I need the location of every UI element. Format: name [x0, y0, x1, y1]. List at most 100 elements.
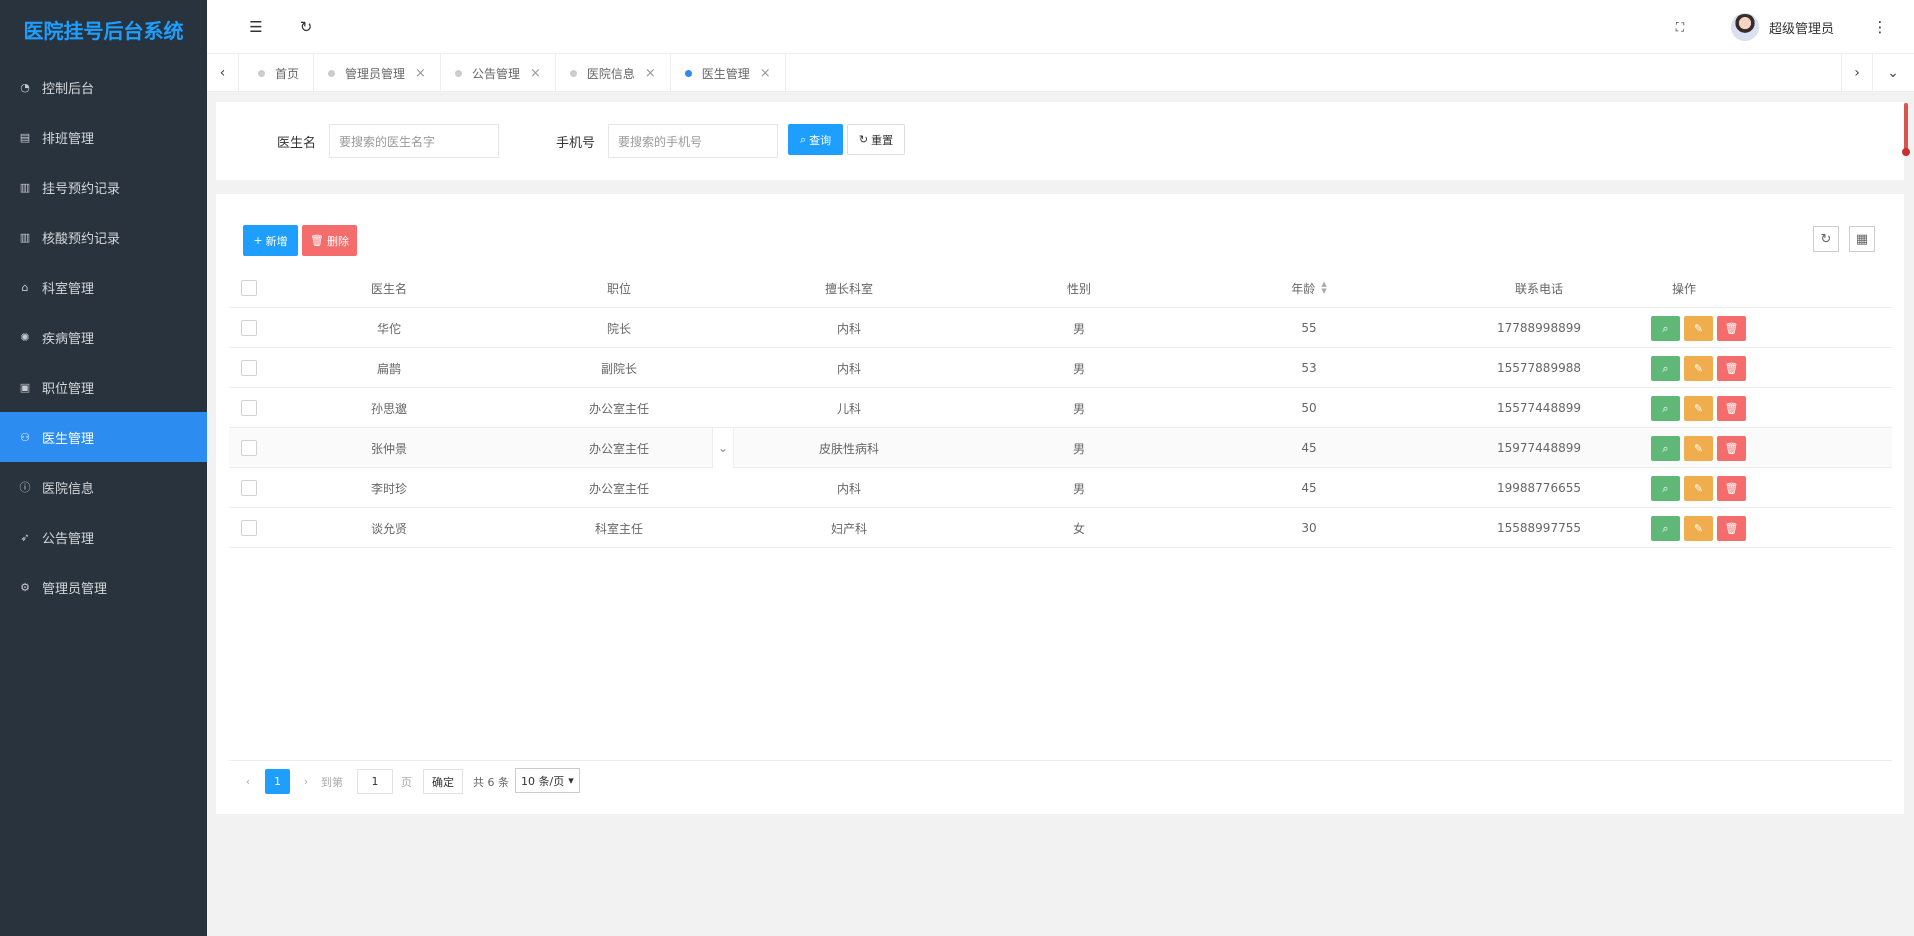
sidebar-item-7[interactable]: ⚇ 医生管理 [0, 412, 207, 462]
sort-icon[interactable]: ▲ ▼ [1321, 281, 1326, 295]
prev-page-icon[interactable]: ‹ [241, 769, 255, 794]
sidebar-item-8[interactable]: ⓘ 医院信息 [0, 462, 207, 512]
cell-dept: 内科 [836, 361, 861, 376]
fullscreen-icon[interactable]: ⛶ [1667, 14, 1693, 40]
query-button[interactable]: ⌕ 查询 [788, 124, 843, 155]
select-all-checkbox[interactable] [241, 280, 257, 296]
refresh-icon[interactable]: ↻ [293, 14, 319, 40]
sidebar-item-label: 排班管理 [42, 131, 95, 147]
sidebar-item-label: 控制后台 [42, 81, 95, 97]
tab-0[interactable]: 首页 [244, 54, 315, 92]
cell-position: 副院长 [600, 361, 637, 376]
delete-row-button[interactable]: 🗑 [1717, 356, 1746, 381]
goto-confirm-button[interactable]: 确定 [423, 769, 463, 794]
page-size-select[interactable]: 10 条/页 ▾ [515, 768, 580, 793]
edit-button[interactable]: ✎ [1684, 436, 1713, 461]
close-icon[interactable]: × [415, 66, 426, 81]
row-checkbox[interactable] [241, 520, 257, 536]
cell-gender: 男 [1072, 401, 1085, 416]
delete-row-button[interactable]: 🗑 [1717, 436, 1746, 461]
cell-name: 华佗 [376, 321, 401, 336]
table-refresh-icon[interactable]: ↻ [1813, 226, 1839, 252]
sidebar-item-4[interactable]: ⌂ 科室管理 [0, 262, 207, 312]
total-count: 共 6 条 [473, 775, 509, 789]
top-header: ☰ ↻ ⛶ 超级管理员 ⋮ [207, 0, 1914, 54]
phone-input[interactable]: 要搜索的手机号 [608, 124, 778, 158]
row-checkbox[interactable] [241, 480, 257, 496]
edit-button[interactable]: ✎ [1684, 476, 1713, 501]
sidebar-item-10[interactable]: ⚙ 管理员管理 [0, 562, 207, 612]
sidebar-item-label: 管理员管理 [42, 581, 108, 597]
more-vertical-icon[interactable]: ⋮ [1867, 14, 1893, 40]
edit-button[interactable]: ✎ [1684, 356, 1713, 381]
chevron-left-icon[interactable]: ‹ [207, 54, 239, 92]
view-button[interactable]: ⌕ [1651, 516, 1680, 541]
view-button[interactable]: ⌕ [1651, 316, 1680, 341]
view-button[interactable]: ⌕ [1651, 436, 1680, 461]
tab-2[interactable]: 公告管理 × [441, 54, 556, 92]
close-icon[interactable]: × [530, 66, 541, 81]
plus-icon: + [253, 234, 263, 247]
query-label: 查询 [809, 133, 832, 147]
app-title: 医院挂号后台系统 [23, 19, 184, 43]
cell-age: 45 [1301, 481, 1317, 495]
sidebar-item-1[interactable]: ▤ 排班管理 [0, 112, 207, 162]
tab-status-dot [684, 69, 692, 77]
expand-cell-icon[interactable]: ⌄ [712, 428, 734, 468]
row-checkbox[interactable] [241, 400, 257, 416]
tab-label: 首页 [275, 66, 300, 81]
sidebar: 医院挂号后台系统 ◔ 控制后台 ▤ 排班管理 ▥ 挂号预约记录 ▥ 核酸预约记录 ⌂ 科室管理 ✺ 疾… [0, 0, 207, 936]
tab-3[interactable]: 医院信息 × [556, 54, 671, 92]
cell-phone: 19988776655 [1497, 481, 1581, 495]
goto-page-input[interactable]: 1 [357, 769, 393, 794]
view-button[interactable]: ⌕ [1651, 476, 1680, 501]
next-page-icon[interactable]: › [299, 769, 313, 794]
delete-row-button[interactable]: 🗑 [1717, 476, 1746, 501]
view-button[interactable]: ⌕ [1651, 356, 1680, 381]
delete-button[interactable]: 🗑 删除 [302, 225, 357, 256]
sidebar-item-6[interactable]: ▣ 职位管理 [0, 362, 207, 412]
menu-toggle-icon[interactable]: ☰ [243, 14, 269, 40]
column-filter-icon[interactable]: ▦ [1849, 226, 1875, 252]
sidebar-item-9[interactable]: ➶ 公告管理 [0, 512, 207, 562]
reset-button[interactable]: ↻ 重置 [847, 124, 905, 155]
tab-1[interactable]: 管理员管理 × [314, 54, 441, 92]
scrollbar-handle[interactable] [1902, 148, 1910, 156]
column-header-dept: 擅长科室 [824, 281, 873, 296]
row-checkbox-cell [229, 388, 269, 428]
close-icon[interactable]: × [760, 66, 771, 81]
chevron-down-icon[interactable]: ⌄ [1877, 54, 1909, 92]
edit-button[interactable]: ✎ [1684, 396, 1713, 421]
tab-bar: ‹ 首页 管理员管理 × 公告管理 × 医院信息 × 医生管理 × › ⌄ [207, 54, 1914, 92]
chevron-right-icon[interactable]: › [1841, 54, 1873, 92]
doctor-name-input[interactable]: 要搜索的医生名字 [329, 124, 499, 158]
row-checkbox[interactable] [241, 360, 257, 376]
sidebar-item-0[interactable]: ◔ 控制后台 [0, 62, 207, 112]
edit-button[interactable]: ✎ [1684, 516, 1713, 541]
row-checkbox[interactable] [241, 440, 257, 456]
badge-icon: ▣ [19, 380, 31, 394]
tab-4[interactable]: 医生管理 × [671, 54, 786, 92]
sidebar-item-label: 核酸预约记录 [42, 231, 121, 247]
delete-row-button[interactable]: 🗑 [1717, 316, 1746, 341]
edit-button[interactable]: ✎ [1684, 316, 1713, 341]
cell-gender: 男 [1072, 321, 1085, 336]
sidebar-item-2[interactable]: ▥ 挂号预约记录 [0, 162, 207, 212]
column-header-age[interactable]: 年龄 ▲ ▼ [1189, 268, 1429, 308]
user-menu[interactable]: 超级管理员 [1730, 12, 1834, 42]
row-checkbox[interactable] [241, 320, 257, 336]
delete-row-button[interactable]: 🗑 [1717, 396, 1746, 421]
cell-dept: 儿科 [836, 401, 861, 416]
trash-icon: 🗑 [310, 234, 324, 247]
close-icon[interactable]: × [645, 66, 656, 81]
row-checkbox-cell [229, 508, 269, 548]
view-button[interactable]: ⌕ [1651, 396, 1680, 421]
add-button[interactable]: + 新增 [243, 225, 298, 256]
page-number[interactable]: 1 [265, 769, 290, 794]
delete-row-button[interactable]: 🗑 [1717, 516, 1746, 541]
sidebar-item-5[interactable]: ✺ 疾病管理 [0, 312, 207, 362]
search-icon: ⌕ [799, 132, 807, 146]
avatar [1730, 13, 1759, 41]
table-row: 华佗 院长 内科 男 55 17788998899 ⌕ ✎ 🗑 [229, 308, 1892, 348]
sidebar-item-3[interactable]: ▥ 核酸预约记录 [0, 212, 207, 262]
